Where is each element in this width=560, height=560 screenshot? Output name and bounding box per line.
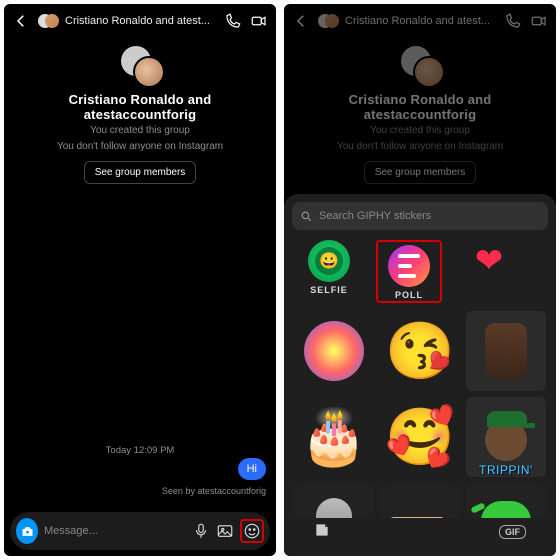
video-call-icon[interactable] bbox=[250, 12, 268, 30]
group-created-text: You created this group bbox=[90, 124, 190, 138]
group-follow-text: You don't follow anyone on Instagram bbox=[57, 140, 223, 154]
sticker-icon[interactable] bbox=[240, 519, 264, 543]
sticker-trippin[interactable]: TRIPPIN' bbox=[466, 397, 546, 477]
chat-title[interactable]: Cristiano Ronaldo and atest... bbox=[38, 13, 216, 29]
camera-button[interactable] bbox=[16, 518, 38, 544]
sticker-rainbow-creature[interactable] bbox=[294, 311, 374, 391]
sticker-grid: 😘 🎂 🥰 TRIPPIN' bbox=[292, 309, 548, 518]
sticker-plank[interactable] bbox=[380, 483, 460, 518]
chat-title-text: Cristiano Ronaldo and atest... bbox=[345, 15, 490, 27]
sticker-birthday-cake[interactable]: 🎂 bbox=[294, 397, 374, 477]
call-icon bbox=[504, 12, 522, 30]
sent-message[interactable]: Hi bbox=[238, 458, 266, 480]
composer bbox=[10, 512, 270, 550]
gallery-icon[interactable] bbox=[216, 522, 234, 540]
timestamp: Today 12:09 PM bbox=[4, 445, 276, 456]
poll-icon bbox=[388, 245, 430, 287]
phone-right: Cristiano Ronaldo and atest... Cristiano… bbox=[284, 4, 556, 556]
see-members-button[interactable]: See group members bbox=[84, 161, 197, 184]
group-hero: Cristiano Ronaldo and atestaccountforig … bbox=[4, 38, 276, 190]
message-input[interactable] bbox=[44, 525, 186, 537]
selfie-option[interactable]: 😀 SELFIE bbox=[296, 240, 362, 295]
trippin-text: TRIPPIN' bbox=[479, 463, 533, 477]
heart-icon: ❤ bbox=[468, 240, 510, 282]
sticker-search-input[interactable] bbox=[319, 210, 540, 222]
sticker-tab-icon[interactable] bbox=[314, 522, 330, 543]
sticker-panel-footer: GIF bbox=[292, 518, 548, 548]
back-icon[interactable] bbox=[12, 12, 30, 30]
title-avatars bbox=[38, 13, 60, 29]
top-bar: Cristiano Ronaldo and atest... bbox=[4, 4, 276, 38]
sticker-kermit[interactable] bbox=[466, 483, 546, 518]
poll-label: POLL bbox=[395, 290, 423, 300]
sticker-kiss-emoji[interactable]: 😘 bbox=[380, 311, 460, 391]
back-icon bbox=[292, 12, 310, 30]
selfie-label: SELFIE bbox=[310, 285, 348, 295]
sticker-quick-row: 😀 SELFIE POLL ❤ bbox=[292, 230, 548, 309]
seen-status: Seen by atestaccountforig bbox=[162, 486, 266, 496]
mic-icon[interactable] bbox=[192, 522, 210, 540]
sticker-panel: 😀 SELFIE POLL ❤ 😘 bbox=[284, 194, 556, 556]
call-icon[interactable] bbox=[224, 12, 242, 30]
dimmed-background: Cristiano Ronaldo and atest... Cristiano… bbox=[284, 4, 556, 190]
chat-body: Today 12:09 PM Hi Seen by atestaccountfo… bbox=[4, 190, 276, 512]
group-name: Cristiano Ronaldo and atestaccountforig bbox=[14, 92, 266, 122]
sticker-thinking-guy[interactable] bbox=[466, 311, 546, 391]
heart-option[interactable]: ❤ bbox=[456, 240, 522, 282]
sticker-statue[interactable] bbox=[294, 483, 374, 518]
selfie-icon: 😀 bbox=[308, 240, 350, 282]
chat-title-text: Cristiano Ronaldo and atest... bbox=[65, 15, 210, 27]
sticker-heart-face[interactable]: 🥰 bbox=[380, 397, 460, 477]
poll-option[interactable]: POLL bbox=[376, 240, 442, 303]
sticker-search[interactable] bbox=[292, 202, 548, 230]
phone-left: Cristiano Ronaldo and atest... Cristiano… bbox=[4, 4, 276, 556]
group-avatar bbox=[117, 46, 163, 86]
gif-tab[interactable]: GIF bbox=[499, 525, 526, 539]
video-call-icon bbox=[530, 12, 548, 30]
